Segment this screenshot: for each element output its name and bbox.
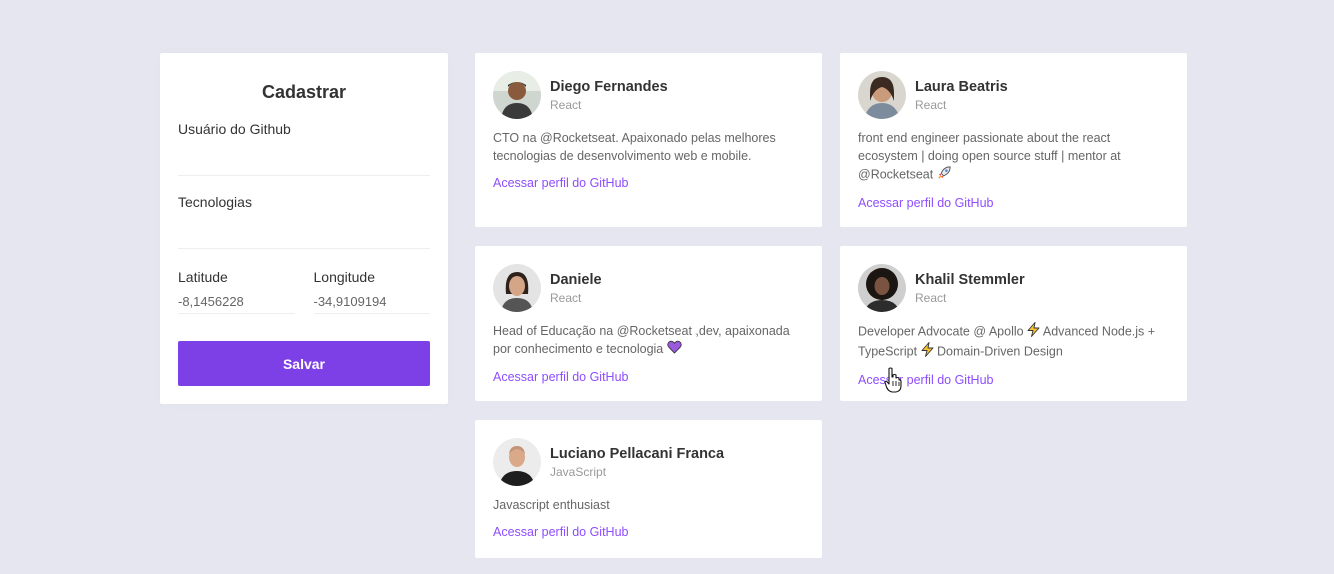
dev-info: Luciano Pellacani Franca JavaScript [550,445,724,479]
techs-label: Tecnologias [178,194,252,210]
dev-info: Daniele React [550,271,602,305]
dev-techs: React [915,291,947,305]
dev-techs: React [915,98,947,112]
dev-bio: Javascript enthusiast [493,498,610,512]
dev-name: Laura Beatris [915,79,1008,95]
dev-card: Luciano Pellacani Franca JavaScript Java… [475,420,822,558]
github-profile-link[interactable]: Acessar perfil do GitHub [858,372,1169,388]
dev-header: Diego Fernandes React [493,71,804,119]
latitude-input[interactable] [178,286,295,314]
github-user-field: Usuário do Github [178,121,430,176]
dev-name: Diego Fernandes [550,79,668,95]
github-profile-link[interactable]: Acessar perfil do GitHub [858,195,1169,211]
dev-card: Laura Beatris React front end engineer p… [840,53,1187,227]
dev-bio: front end engineer passionate about the … [858,131,1121,182]
avatar [858,264,906,312]
dev-bio-part: Advanced Node.js + [1042,324,1156,339]
hand-pointer-cursor-icon [884,367,902,393]
longitude-input[interactable] [313,286,430,314]
dev-header: Luciano Pellacani Franca JavaScript [493,438,804,486]
coordinates-row: Latitude Longitude [178,269,430,314]
dev-card: Diego Fernandes React CTO na @Rocketseat… [475,53,822,227]
techs-input[interactable] [178,211,430,249]
dev-bio: Head of Educação na @Rocketseat ,dev, ap… [493,324,790,356]
avatar [858,71,906,119]
github-profile-link[interactable]: Acessar perfil do GitHub [493,524,804,540]
github-user-input[interactable] [178,138,430,176]
rocket-emoji-icon [937,165,952,185]
dev-name: Luciano Pellacani Franca [550,446,725,462]
dev-techs: JavaScript [550,465,607,479]
avatar [493,71,541,119]
dev-bio: CTO na @Rocketseat. Apaixonado pelas mel… [493,131,776,163]
lightning-emoji-icon [1027,322,1040,342]
dev-info: Khalil Stemmler React [915,271,1025,305]
register-form-card: Cadastrar Usuário do Github Tecnologias … [160,53,448,404]
dev-header: Daniele React [493,264,804,312]
dev-bio-part: Developer Advocate @ Apollo [858,324,1024,339]
avatar [493,264,541,312]
lightning-emoji-icon [921,342,934,362]
dev-name: Daniele [550,272,602,288]
dev-bio-container: front end engineer passionate about the … [858,129,1169,185]
dev-bio-part: TypeScript [858,344,918,359]
dev-techs: React [550,98,582,112]
dev-bio-container: Head of Educação na @Rocketseat ,dev, ap… [493,322,804,359]
dev-name: Khalil Stemmler [915,272,1025,288]
latitude-field: Latitude [178,269,295,314]
dev-bio-part: Domain-Driven Design [937,344,1063,359]
github-user-label: Usuário do Github [178,121,291,137]
github-profile-link[interactable]: Acessar perfil do GitHub [493,369,804,385]
save-button[interactable]: Salvar [178,341,430,386]
dev-info: Diego Fernandes React [550,78,668,112]
longitude-field: Longitude [313,269,430,314]
avatar [493,438,541,486]
dev-bio: Developer Advocate @ Apollo Advanced Nod… [858,322,1169,362]
dev-header: Laura Beatris React [858,71,1169,119]
dev-techs: React [550,291,582,305]
techs-field: Tecnologias [178,194,430,249]
dev-card: Daniele React Head of Educação na @Rocke… [475,246,822,401]
latitude-label: Latitude [178,269,228,285]
dev-header: Khalil Stemmler React [858,264,1169,312]
form-title: Cadastrar [261,82,347,102]
longitude-label: Longitude [313,269,376,285]
github-profile-link[interactable]: Acessar perfil do GitHub [493,175,804,191]
purple-heart-emoji-icon [667,340,682,359]
dev-info: Laura Beatris React [915,78,1008,112]
